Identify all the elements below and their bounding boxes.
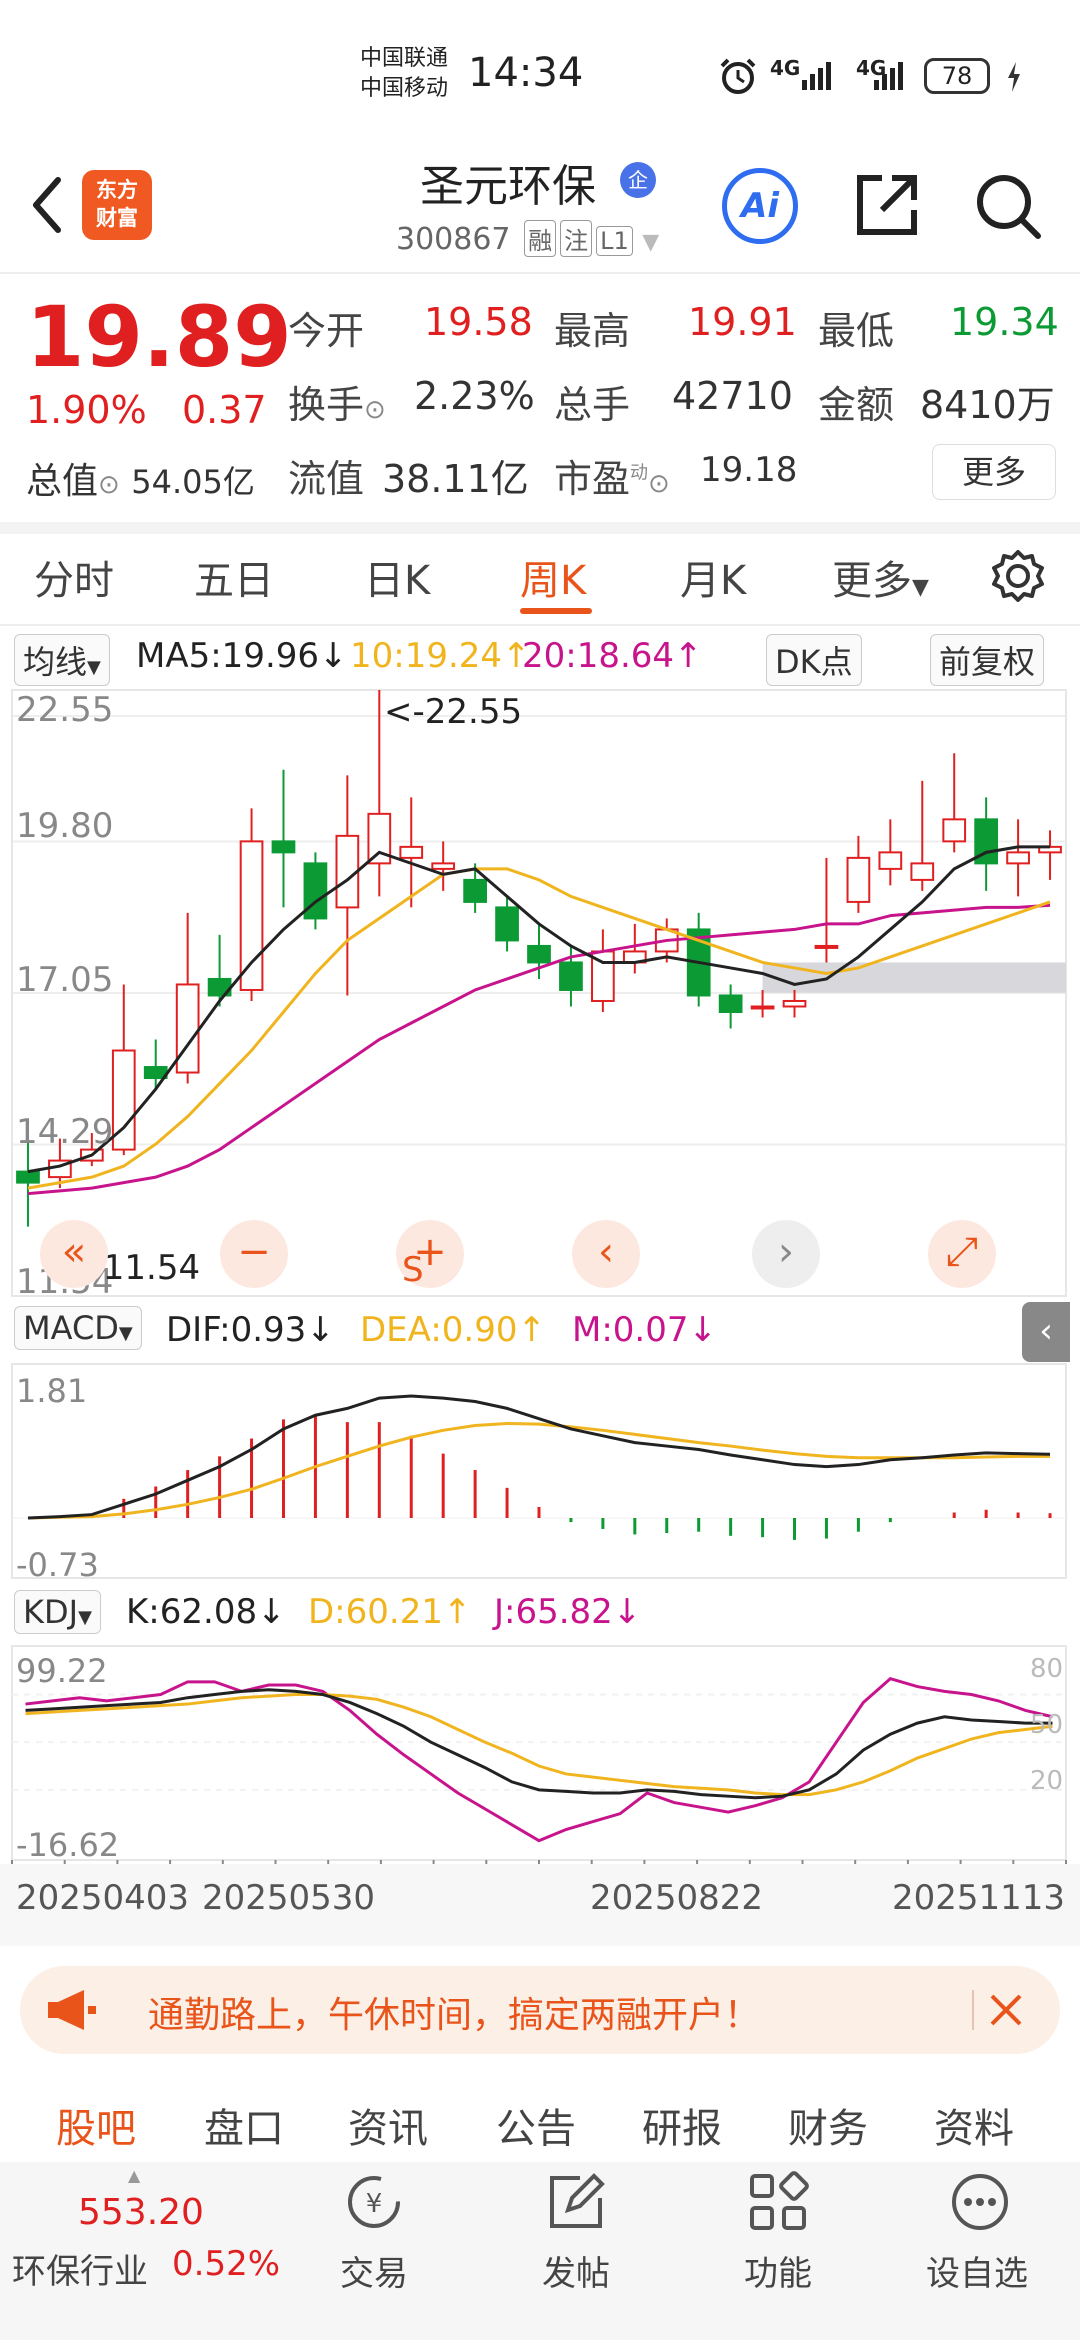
max-price-label: <-22.55 bbox=[384, 692, 523, 732]
d-line bbox=[25, 1693, 1053, 1797]
y-tick-label: 19.80 bbox=[16, 806, 114, 846]
candle-body bbox=[239, 840, 264, 991]
candle-body bbox=[16, 1170, 40, 1184]
macd-frame bbox=[11, 1363, 1067, 1579]
trade-icon[interactable]: ¥ bbox=[342, 2170, 406, 2234]
post-label[interactable]: 发帖 bbox=[542, 2246, 610, 2295]
tab-research[interactable]: 研报 bbox=[642, 2096, 722, 2154]
candle-body bbox=[559, 961, 583, 991]
industry-change: 0.52% bbox=[172, 2244, 281, 2284]
industry-name[interactable]: 环保行业 bbox=[12, 2244, 148, 2293]
m-value: M:0.07↓ bbox=[572, 1310, 717, 1350]
date-label: 20250530 bbox=[202, 1878, 376, 1918]
dropdown-triangle-icon: ▼ bbox=[78, 1607, 92, 1628]
candle-body bbox=[431, 862, 456, 870]
candle-body bbox=[271, 840, 296, 854]
date-label: 20250403 bbox=[16, 1878, 190, 1918]
up-caret-icon: ▲ bbox=[128, 2166, 141, 2185]
y-tick-label: -16.62 bbox=[16, 1826, 120, 1864]
tab-news[interactable]: 资讯 bbox=[348, 2096, 428, 2154]
dk-band bbox=[762, 962, 1066, 993]
d-value: D:60.21↑ bbox=[308, 1592, 472, 1632]
y-tick-label: -0.73 bbox=[16, 1546, 99, 1584]
candle-body bbox=[942, 818, 967, 843]
candle-body bbox=[910, 862, 935, 881]
dif-value: DIF:0.93↓ bbox=[166, 1310, 335, 1350]
kdj-select-label: KDJ bbox=[23, 1593, 79, 1631]
y-tick-label: 17.05 bbox=[16, 960, 114, 1000]
k-value: K:62.08↓ bbox=[126, 1592, 286, 1632]
kdj-right-tick: 80 bbox=[1030, 1654, 1064, 1684]
candle-body bbox=[1006, 851, 1030, 865]
post-icon[interactable] bbox=[544, 2170, 608, 2234]
tab-order-book[interactable]: 盘口 bbox=[204, 2096, 284, 2154]
close-icon[interactable] bbox=[988, 1992, 1024, 2028]
trade-label[interactable]: 交易 bbox=[340, 2246, 408, 2295]
y-tick-label: 99.22 bbox=[16, 1652, 108, 1690]
candle-body bbox=[846, 856, 871, 903]
candle-body bbox=[878, 851, 903, 870]
candle-body bbox=[463, 878, 487, 903]
kdj-right-tick: 20 bbox=[1030, 1766, 1064, 1796]
tab-forum[interactable]: 股吧 bbox=[56, 2096, 136, 2154]
macd-select-label: MACD bbox=[23, 1309, 119, 1347]
kdj-right-tick: 50 bbox=[1030, 1710, 1064, 1740]
dea-value: DEA:0.90↑ bbox=[360, 1310, 546, 1350]
j-value: J:65.82↓ bbox=[494, 1592, 642, 1632]
candle-body bbox=[814, 944, 839, 949]
watchlist-label[interactable]: 设自选 bbox=[926, 2246, 1028, 2295]
s-marker: S bbox=[402, 1250, 424, 1290]
j-line bbox=[25, 1676, 1053, 1843]
functions-label[interactable]: 功能 bbox=[744, 2246, 812, 2295]
tab-financials[interactable]: 财务 bbox=[788, 2096, 868, 2154]
industry-index-value[interactable]: 553.20 bbox=[78, 2192, 204, 2233]
tab-announcements[interactable]: 公告 bbox=[496, 2096, 576, 2154]
candle-body bbox=[175, 983, 200, 1074]
divider bbox=[972, 1990, 974, 2030]
kline-chart[interactable] bbox=[0, 0, 1080, 1950]
functions-grid-icon[interactable] bbox=[746, 2170, 810, 2234]
zoom-out-icon[interactable]: − bbox=[220, 1220, 288, 1288]
y-tick-label: 1.81 bbox=[16, 1372, 88, 1410]
candle-body bbox=[495, 906, 519, 942]
candle-body bbox=[782, 999, 807, 1008]
more-dots-icon[interactable] bbox=[948, 2170, 1012, 2234]
collapse-left-icon[interactable]: « bbox=[40, 1220, 108, 1288]
expand-icon[interactable]: ⤢ bbox=[928, 1220, 996, 1288]
macd-select[interactable]: MACD▼ bbox=[14, 1306, 142, 1350]
kdj-frame bbox=[11, 1645, 1067, 1861]
dropdown-triangle-icon: ▼ bbox=[118, 1323, 133, 1344]
chevron-right-icon[interactable]: › bbox=[752, 1220, 820, 1288]
date-label: 20250822 bbox=[590, 1878, 764, 1918]
y-tick-label: 22.55 bbox=[16, 690, 114, 730]
promo-text: 通勤路上，午休时间，搞定两融开户！ bbox=[148, 1995, 761, 2036]
megaphone-icon bbox=[48, 1990, 96, 2030]
candle-body bbox=[718, 994, 743, 1013]
tab-profile[interactable]: 资料 bbox=[934, 2096, 1014, 2154]
svg-text:¥: ¥ bbox=[366, 2189, 383, 2219]
side-panel-toggle-icon[interactable]: ‹ bbox=[1022, 1302, 1070, 1362]
date-label: 20251113 bbox=[892, 1878, 1066, 1918]
candle-body bbox=[750, 1005, 775, 1010]
chevron-left-icon[interactable]: ‹ bbox=[572, 1220, 640, 1288]
candle-body bbox=[527, 944, 551, 964]
dea-line bbox=[27, 1421, 1051, 1520]
bottom-action-bar bbox=[0, 2162, 1080, 2340]
y-tick-label: 14.29 bbox=[16, 1112, 114, 1152]
candle-body bbox=[399, 845, 424, 859]
kdj-select[interactable]: KDJ▼ bbox=[14, 1590, 101, 1634]
